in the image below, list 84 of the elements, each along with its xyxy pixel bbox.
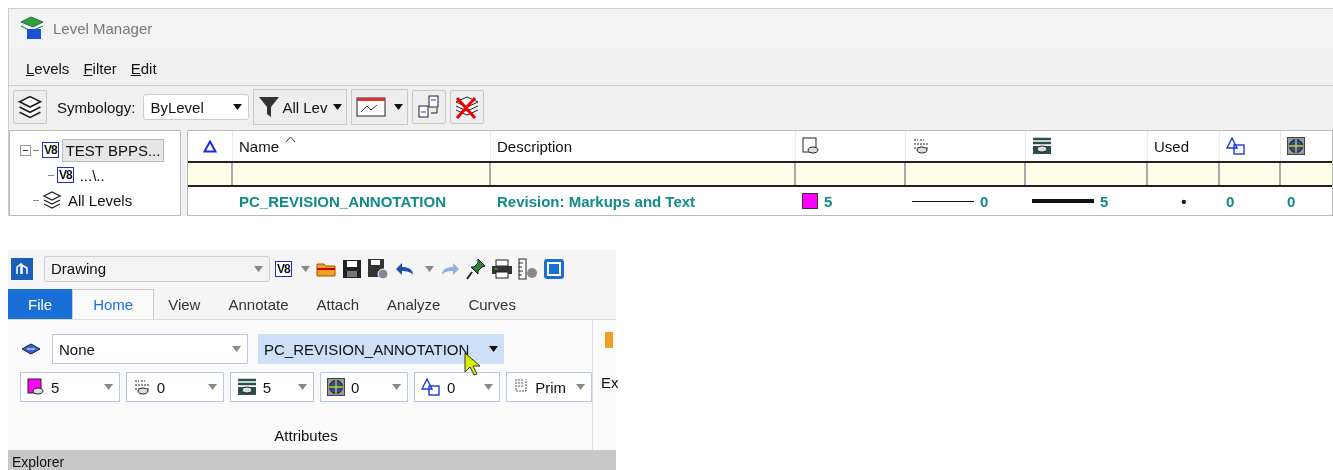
dropdown-arrow-icon (254, 265, 263, 272)
tree-item[interactable]: ...\.. (76, 164, 108, 186)
ribbon-tab[interactable]: Curves (454, 289, 530, 319)
ribbon-tab[interactable]: Home (72, 289, 155, 319)
ribbon-tab[interactable]: View (154, 289, 215, 319)
table-cell-text: 0 (1286, 191, 1297, 212)
file-tab[interactable]: File (8, 289, 73, 319)
attribute-dropdown[interactable]: 5 (229, 372, 314, 402)
dropdown-arrow-icon (489, 346, 498, 352)
table-cell: 5 (1100, 192, 1109, 210)
table-cell: 0 (980, 192, 989, 210)
menu-item[interactable]: Filter (83, 59, 117, 77)
dropdown-arrow-icon (300, 265, 310, 272)
dropdown-arrow-icon (484, 384, 494, 390)
window-icon[interactable] (542, 257, 565, 280)
display-dropdown[interactable] (351, 89, 409, 125)
symbology-label: Symbology: (57, 98, 136, 116)
filter-dropdown[interactable]: All Lev (253, 89, 348, 125)
dropdown-arrow-icon (394, 104, 404, 110)
dropdown-arrow-icon (232, 346, 241, 352)
tree-item[interactable]: All Levels (65, 189, 136, 211)
file-badge: V8 (42, 142, 59, 158)
file-badge[interactable]: V8 (275, 260, 292, 277)
active-level-dropdown[interactable]: PC_REVISION_ANNOTATION (258, 334, 504, 364)
line-style-icon (912, 137, 930, 155)
table-cell-text: • (1180, 191, 1188, 212)
dropdown-arrow-icon (392, 384, 401, 390)
line-style-icon (132, 378, 151, 396)
dropdown-arrow-icon (233, 104, 243, 110)
save-icon[interactable] (341, 258, 362, 279)
ribbon-tab[interactable]: Analyze (373, 289, 455, 319)
attribute-dropdown[interactable]: 0 (125, 372, 224, 402)
printer-icon[interactable] (490, 258, 513, 279)
window-icon (356, 96, 389, 118)
menu-item[interactable]: Levels (26, 59, 70, 77)
dropdown-arrow-icon (333, 104, 343, 110)
table-cell: 5 (824, 192, 833, 210)
workflow-dropdown[interactable]: Drawing (44, 255, 270, 282)
layers-icon (17, 94, 43, 120)
window-title: Level Manager (53, 19, 153, 37)
collapse-icon[interactable] (20, 144, 31, 156)
line-weight-icon (1032, 137, 1052, 155)
globe-icon (326, 378, 345, 396)
attribute-dropdown[interactable]: 5 (20, 372, 120, 402)
attribute-dropdown[interactable]: 0 (319, 372, 408, 402)
dropdown-arrow-icon (207, 384, 217, 390)
group-label: Attributes (274, 427, 338, 444)
dropdown-arrow-icon (103, 384, 113, 390)
ribbon-tab[interactable]: Annotate (214, 289, 303, 319)
layers-icon (42, 190, 62, 210)
ruler-settings-icon[interactable] (517, 257, 538, 280)
app-icon[interactable] (11, 257, 33, 280)
save-settings-icon[interactable] (366, 257, 389, 280)
table-cell-text: PC_REVISION_ANNOTATION (238, 191, 447, 212)
panel-title: Explorer (12, 454, 65, 470)
line-weight-icon (236, 378, 257, 396)
ribbon-tab[interactable]: Attach (302, 289, 374, 319)
table-cell-text: 0 (1225, 191, 1236, 212)
globe-icon (1287, 137, 1305, 155)
level-display-dropdown[interactable]: None (52, 334, 248, 364)
menu-item[interactable]: Edit (130, 59, 157, 77)
document-exchange-icon (417, 95, 442, 119)
shapes-icon (1226, 137, 1246, 155)
shapes-icon (421, 378, 441, 396)
delete-level-button[interactable] (450, 90, 485, 124)
line-sample (912, 200, 974, 202)
pin-icon[interactable] (465, 257, 486, 280)
file-badge: V8 (57, 167, 74, 183)
dropdown-arrow-icon (576, 384, 585, 390)
table-cell-text: Revision: Markups and Text (496, 191, 697, 212)
app-icon (19, 16, 45, 40)
delta-icon (203, 139, 217, 153)
group-label: Ex (601, 374, 619, 391)
symbology-dropdown[interactable]: ByLevel (143, 94, 250, 120)
tree-item[interactable]: TEST BPPS... (61, 138, 165, 162)
attribute-dropdown[interactable]: 0 (414, 372, 501, 402)
line-sample (1032, 199, 1094, 203)
filter-icon (258, 95, 281, 119)
dropdown-arrow-icon (297, 384, 307, 390)
attribute-dropdown[interactable]: Prim (506, 372, 592, 402)
new-level-button[interactable] (13, 90, 47, 124)
dropdown-arrow-icon (424, 265, 434, 272)
color-swatch-icon (802, 137, 820, 155)
sort-icon (285, 135, 296, 143)
